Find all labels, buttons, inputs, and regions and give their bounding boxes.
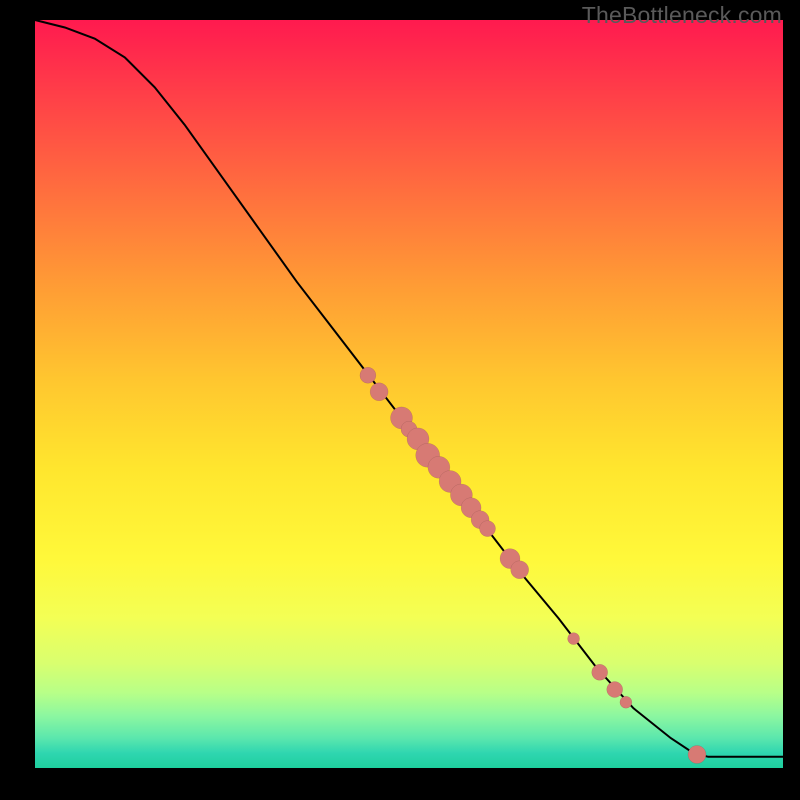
data-point: [607, 682, 623, 698]
data-point: [688, 746, 706, 764]
data-point: [360, 367, 376, 383]
data-point: [511, 561, 529, 579]
data-point: [370, 383, 388, 401]
data-point: [480, 521, 496, 537]
data-point: [620, 696, 632, 708]
chart-container: TheBottleneck.com: [0, 0, 800, 800]
data-point: [568, 633, 580, 645]
chart-svg: [0, 0, 800, 800]
data-point: [592, 664, 608, 680]
data-points: [360, 367, 706, 763]
curve-line: [35, 20, 783, 757]
